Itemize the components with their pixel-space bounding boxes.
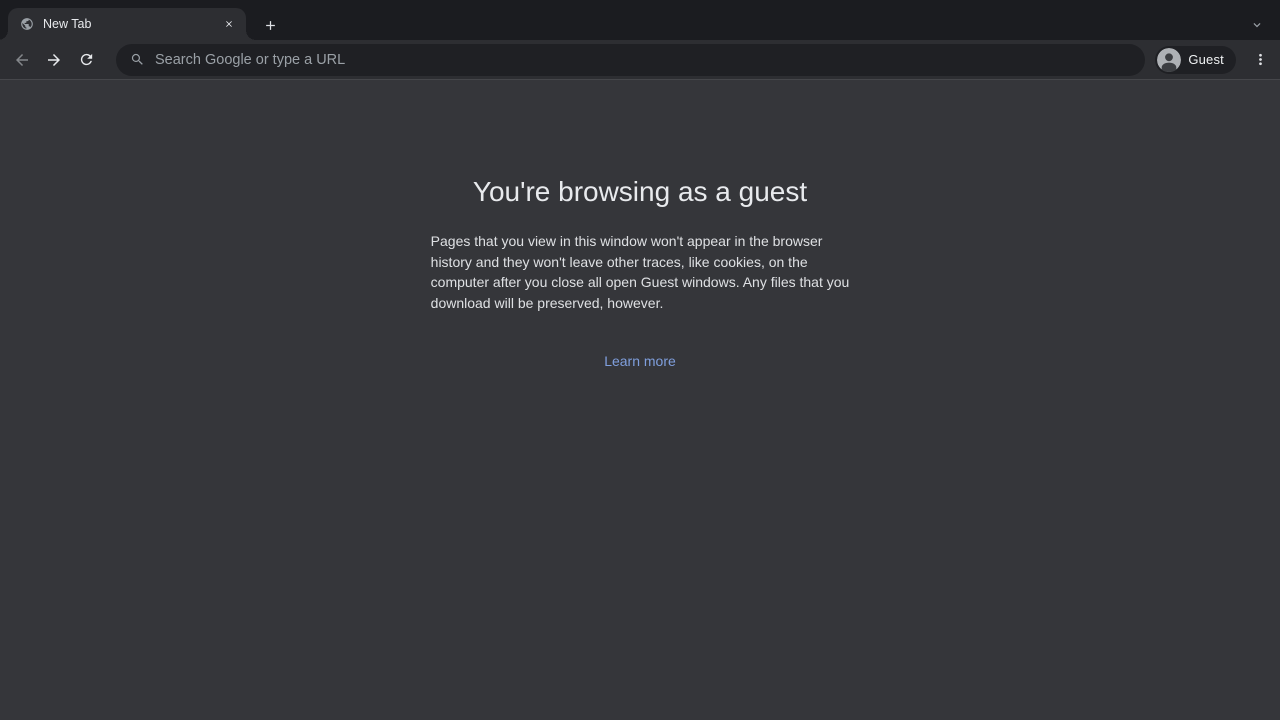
- chevron-down-icon: [1250, 18, 1264, 32]
- address-bar[interactable]: [116, 44, 1145, 76]
- back-button[interactable]: [8, 46, 36, 74]
- search-icon: [130, 52, 145, 67]
- browser-window: New Tab: [0, 0, 1280, 720]
- tab-title: New Tab: [43, 17, 220, 31]
- guest-avatar-icon: [1157, 48, 1181, 72]
- url-input[interactable]: [155, 52, 1131, 68]
- guest-new-tab-page: You're browsing as a guest Pages that yo…: [0, 80, 1280, 720]
- profile-button[interactable]: Guest: [1155, 46, 1236, 74]
- browser-menu-button[interactable]: [1246, 46, 1274, 74]
- window-chevron-button[interactable]: [1243, 11, 1271, 39]
- three-dot-menu-icon: [1252, 51, 1269, 68]
- reload-icon: [78, 51, 95, 68]
- plus-icon: [263, 18, 278, 33]
- page-title: You're browsing as a guest: [0, 176, 1280, 208]
- tab-close-button[interactable]: [220, 15, 238, 33]
- reload-button[interactable]: [72, 46, 100, 74]
- back-arrow-icon: [13, 51, 31, 69]
- tab-new-tab[interactable]: New Tab: [8, 8, 246, 40]
- forward-arrow-icon: [45, 51, 63, 69]
- guest-description: Pages that you view in this window won't…: [431, 231, 850, 313]
- tab-strip: New Tab: [0, 0, 1280, 40]
- toolbar: Guest: [0, 40, 1280, 80]
- globe-favicon-icon: [20, 17, 34, 31]
- forward-button[interactable]: [40, 46, 68, 74]
- close-icon: [224, 19, 234, 29]
- profile-label: Guest: [1188, 52, 1224, 67]
- learn-more-link[interactable]: Learn more: [604, 353, 676, 369]
- new-tab-button[interactable]: [256, 11, 284, 39]
